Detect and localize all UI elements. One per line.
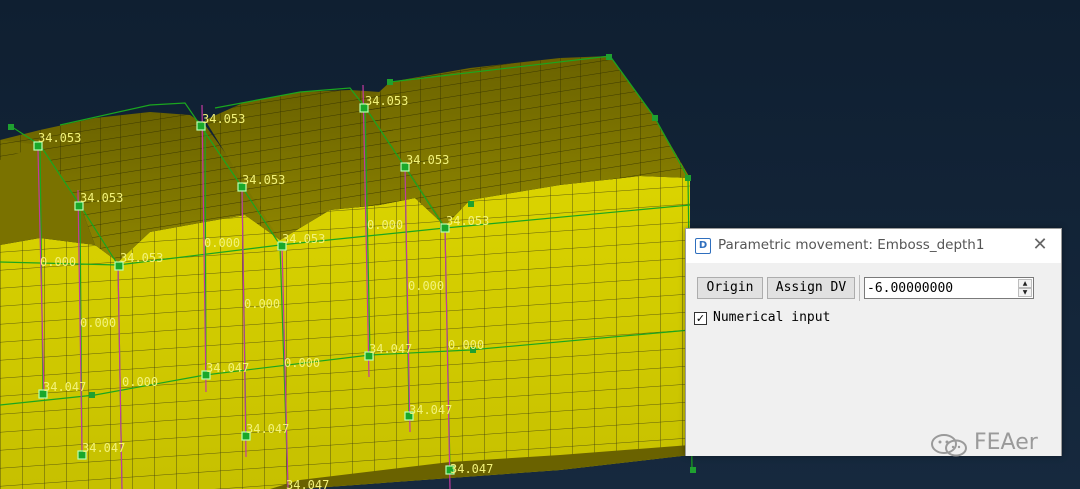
- corner-node[interactable]: [652, 115, 658, 121]
- corner-node[interactable]: [685, 175, 691, 181]
- value-input[interactable]: [867, 279, 1015, 297]
- node-label: 0.000: [244, 297, 280, 311]
- node-label: 34.053: [242, 173, 285, 187]
- node-label: 34.053: [202, 112, 245, 126]
- numerical-input-checkbox[interactable]: ✓: [694, 312, 707, 325]
- node-label: 0.000: [40, 255, 76, 269]
- node-label: 0.000: [204, 236, 240, 250]
- node-label: 0.000: [122, 375, 158, 389]
- node-label: 0.000: [367, 218, 403, 232]
- node-label: 34.053: [38, 131, 81, 145]
- corner-node[interactable]: [468, 201, 474, 207]
- node-label: 34.047: [43, 380, 86, 394]
- app-icon: D: [695, 238, 711, 254]
- node-label: 0.000: [80, 316, 116, 330]
- parametric-movement-dialog[interactable]: D Parametric movement: Emboss_depth1 ✕ O…: [685, 228, 1062, 456]
- node-label: 34.047: [450, 462, 493, 476]
- toolbar-separator: [859, 275, 860, 301]
- node-label: 34.047: [246, 422, 289, 436]
- node-label: 34.053: [80, 191, 123, 205]
- value-spinbox[interactable]: ▲ ▼: [864, 277, 1034, 299]
- corner-node[interactable]: [89, 392, 95, 398]
- numerical-input-label[interactable]: Numerical input: [713, 310, 830, 325]
- close-icon[interactable]: ✕: [1029, 234, 1051, 256]
- node-label: 0.000: [408, 279, 444, 293]
- node-label: 34.053: [406, 153, 449, 167]
- node-label: 34.047: [286, 478, 329, 489]
- node-label: 34.047: [369, 342, 412, 356]
- corner-node[interactable]: [387, 79, 393, 85]
- node-label: 34.047: [82, 441, 125, 455]
- dialog-titlebar[interactable]: D Parametric movement: Emboss_depth1 ✕: [686, 229, 1061, 263]
- node-label: 0.000: [284, 356, 320, 370]
- node-label: 0.000: [448, 338, 484, 352]
- dialog-title: Parametric movement: Emboss_depth1: [718, 237, 985, 253]
- spin-buttons[interactable]: ▲ ▼: [1018, 279, 1032, 297]
- corner-node[interactable]: [690, 467, 696, 473]
- node-label: 34.047: [206, 361, 249, 375]
- node-label: 34.053: [282, 232, 325, 246]
- origin-button[interactable]: Origin: [697, 277, 763, 299]
- corner-node[interactable]: [8, 124, 14, 130]
- node-label: 34.053: [120, 251, 163, 265]
- spin-down-icon[interactable]: ▼: [1018, 288, 1032, 297]
- watermark-text: FEAer: [974, 430, 1038, 455]
- node-label: 34.047: [409, 403, 452, 417]
- node-label: 34.053: [365, 94, 408, 108]
- spin-up-icon[interactable]: ▲: [1018, 279, 1032, 288]
- node-label: 34.053: [446, 214, 489, 228]
- assign-dv-button[interactable]: Assign DV: [767, 277, 855, 299]
- wechat-icon: [931, 434, 967, 457]
- watermark: FEAer: [930, 428, 1060, 462]
- corner-node[interactable]: [606, 54, 612, 60]
